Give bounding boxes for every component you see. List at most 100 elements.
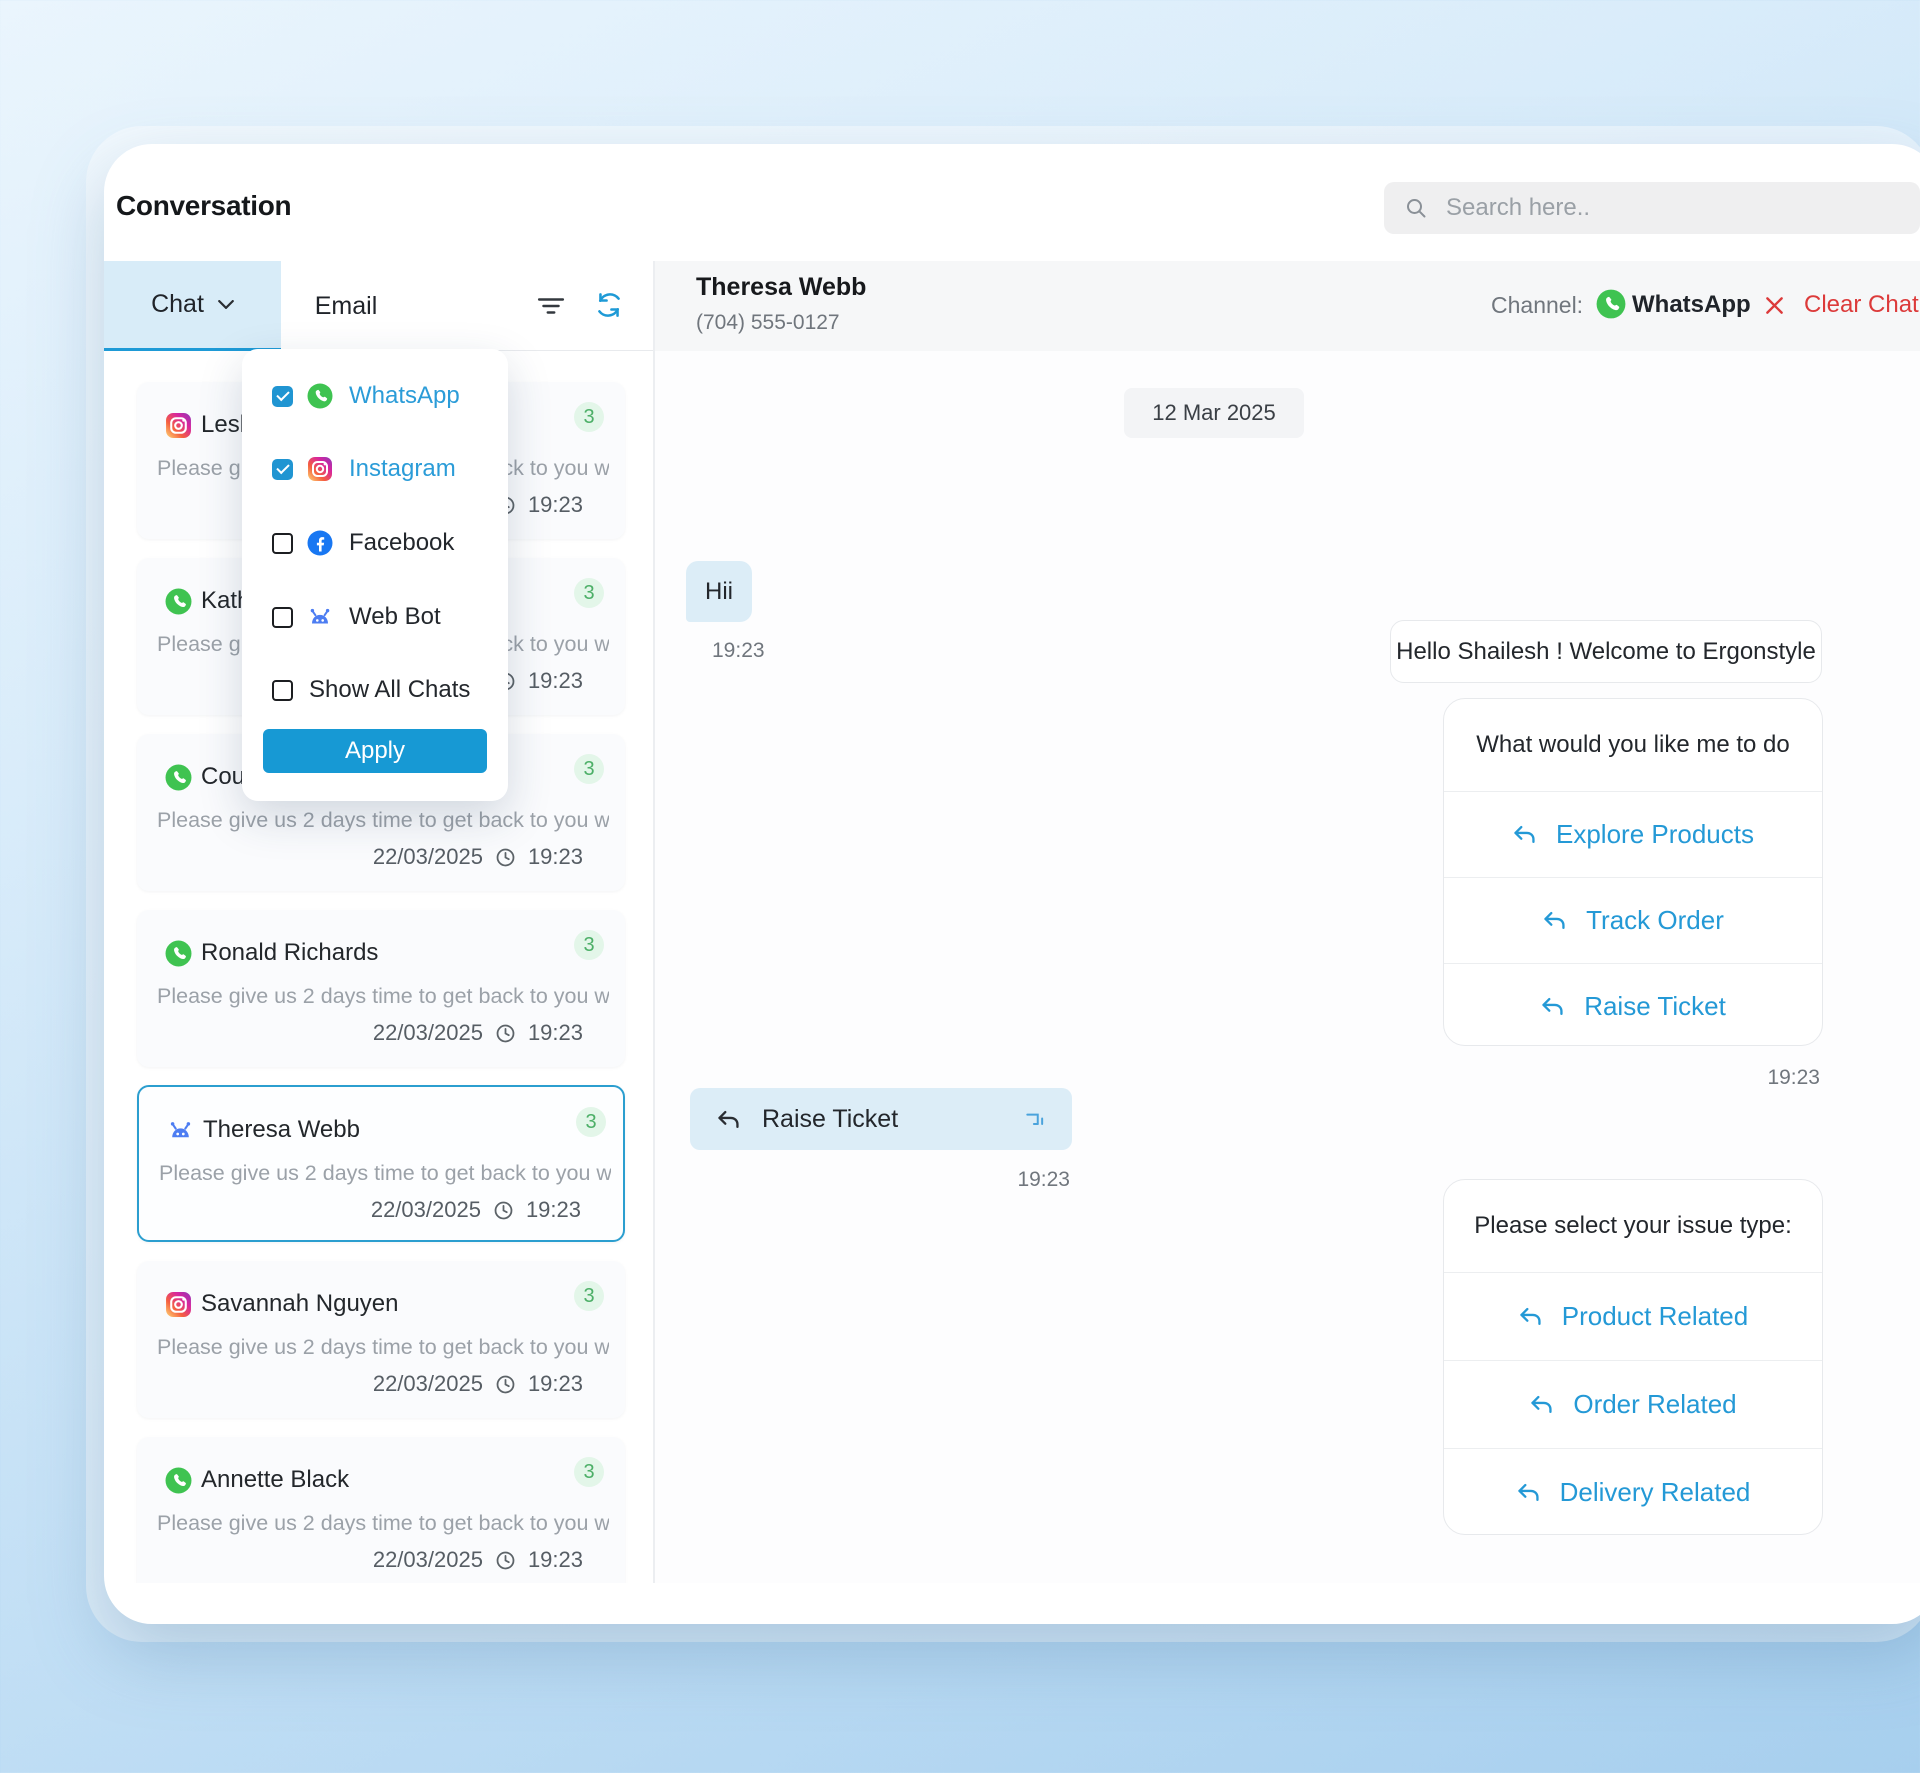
menu-title: What would you like me to do [1444, 699, 1822, 791]
search-input[interactable] [1444, 193, 1868, 223]
chevron-down-icon [218, 300, 234, 309]
unread-badge: 3 [574, 1281, 604, 1311]
menu-option-delivery-related[interactable]: Delivery Related [1444, 1448, 1822, 1535]
reply-arrow-icon [716, 1110, 742, 1129]
chat-time: 19:23 [528, 668, 583, 694]
show-all-chats-label: Show All Chats [309, 676, 470, 704]
whatsapp-icon [1596, 289, 1626, 319]
chat-time: 19:23 [528, 492, 583, 518]
bot-menu-card: What would you like me to do Explore Pro… [1443, 698, 1823, 1046]
chat-date: 22/03/2025 [373, 1020, 483, 1046]
tab-email[interactable]: Email [281, 261, 411, 351]
menu-option-label: Explore Products [1556, 819, 1754, 850]
chat-date: 22/03/2025 [373, 1547, 483, 1573]
bot-menu-card: Please select your issue type: Product R… [1443, 1179, 1823, 1535]
menu-title: Please select your issue type: [1444, 1180, 1822, 1272]
channel-label: Channel: [1491, 292, 1583, 319]
reply-arrow-icon [1518, 1307, 1544, 1326]
menu-option-label: Track Order [1586, 905, 1724, 936]
chat-preview: Please give us 2 days time to get back t… [159, 1161, 611, 1186]
page-title: Conversation [116, 190, 291, 222]
tab-email-label: Email [315, 292, 378, 321]
message-time: 19:23 [712, 639, 765, 663]
filter-icon [537, 295, 565, 317]
chat-preview: Please give us 2 days time to get back t… [157, 984, 609, 1009]
reply-arrow-icon [1516, 1483, 1542, 1502]
whatsapp-icon [165, 764, 192, 791]
channel-value: WhatsApp [1632, 291, 1751, 319]
chat-preview: Please give us 2 days time to get back t… [157, 808, 609, 833]
menu-option-raise-ticket[interactable]: Raise Ticket [1444, 963, 1822, 1046]
clear-chat-button[interactable]: Clear Chat [1765, 291, 1919, 319]
filter-option-label: Web Bot [349, 603, 441, 631]
instagram-icon [307, 456, 333, 482]
reply-arrow-icon [1540, 997, 1566, 1016]
clock-icon [495, 847, 516, 868]
webbot-icon [307, 604, 333, 630]
chat-time: 19:23 [526, 1197, 581, 1223]
reply-arrow-icon [1529, 1395, 1555, 1414]
contact-name: Theresa Webb [696, 273, 866, 302]
checkbox[interactable] [272, 459, 293, 480]
filter-option-whatsapp[interactable]: WhatsApp [242, 375, 508, 417]
chat-list-item-selected[interactable]: Theresa Webb 3 Please give us 2 days tim… [137, 1085, 625, 1242]
conversation-header: Theresa Webb (704) 555-0127 Channel: Wha… [655, 261, 1920, 351]
message-time: 19:23 [1010, 1168, 1070, 1192]
chat-list-item[interactable]: Annette Black 3 Please give us 2 days ti… [137, 1437, 625, 1583]
menu-option-order-related[interactable]: Order Related [1444, 1360, 1822, 1448]
unread-badge: 3 [574, 930, 604, 960]
unread-badge: 3 [574, 578, 604, 608]
menu-option-label: Delivery Related [1560, 1477, 1751, 1508]
menu-option-track-order[interactable]: Track Order [1444, 877, 1822, 963]
chat-name: Ronald Richards [201, 939, 378, 967]
close-icon [1765, 296, 1784, 315]
reply-arrow-icon [1512, 825, 1538, 844]
tab-chat-label: Chat [151, 290, 204, 319]
conversation-body: 12 Mar 2025 Hii 19:23 Hello Shailesh ! W… [655, 351, 1920, 1583]
whatsapp-icon [307, 383, 333, 409]
unread-badge: 3 [576, 1107, 606, 1137]
contact-phone: (704) 555-0127 [696, 311, 840, 335]
filter-show-all-chats[interactable]: Show All Chats [242, 669, 508, 711]
search-icon [1404, 196, 1428, 220]
clock-icon [495, 1550, 516, 1571]
filter-option-instagram[interactable]: Instagram [242, 448, 508, 490]
clock-icon [493, 1200, 514, 1221]
menu-option-explore-products[interactable]: Explore Products [1444, 791, 1822, 877]
chat-list-item[interactable]: Ronald Richards 3 Please give us 2 days … [137, 910, 625, 1067]
filter-button[interactable] [534, 289, 568, 323]
chat-name: Theresa Webb [203, 1116, 360, 1144]
chat-time: 19:23 [528, 1020, 583, 1046]
filter-option-label: WhatsApp [349, 382, 460, 410]
apply-button[interactable]: Apply [263, 729, 487, 773]
checkbox[interactable] [272, 680, 293, 701]
chat-list-item[interactable]: Savannah Nguyen 3 Please give us 2 days … [137, 1261, 625, 1418]
chat-time: 19:23 [528, 844, 583, 870]
reply-arrow-icon [1542, 911, 1568, 930]
refresh-button[interactable] [592, 288, 626, 322]
webbot-icon [167, 1117, 194, 1144]
tab-chat[interactable]: Chat [104, 261, 281, 351]
filter-option-webbot[interactable]: Web Bot [242, 596, 508, 638]
chat-time: 19:23 [528, 1547, 583, 1573]
menu-option-label: Raise Ticket [1584, 991, 1726, 1022]
chat-date: 22/03/2025 [373, 1371, 483, 1397]
instagram-icon [165, 1291, 192, 1318]
whatsapp-icon [165, 1467, 192, 1494]
filter-option-facebook[interactable]: Facebook [242, 522, 508, 564]
filter-option-label: Instagram [349, 455, 456, 483]
checkbox[interactable] [272, 386, 293, 407]
chat-time: 19:23 [528, 1371, 583, 1397]
unread-badge: 3 [574, 1457, 604, 1487]
checkbox[interactable] [272, 607, 293, 628]
filter-option-label: Facebook [349, 529, 454, 557]
channel-filter-dropdown: WhatsApp Instagram Facebook Web Bot Show… [242, 349, 508, 801]
quick-reply-label: Raise Ticket [762, 1105, 898, 1134]
menu-option-label: Order Related [1573, 1389, 1736, 1420]
date-separator: 12 Mar 2025 [1124, 388, 1304, 438]
quick-reply-bubble: Raise Ticket [690, 1088, 1072, 1150]
search-bar[interactable] [1384, 182, 1920, 234]
menu-option-product-related[interactable]: Product Related [1444, 1272, 1822, 1360]
chat-preview: Please give us 2 days time to get back t… [157, 1335, 609, 1360]
checkbox[interactable] [272, 533, 293, 554]
